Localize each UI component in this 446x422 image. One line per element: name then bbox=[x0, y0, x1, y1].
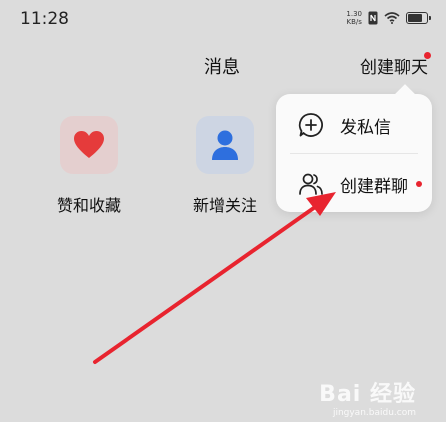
heart-icon bbox=[74, 131, 104, 158]
watermark-url: jingyan.baidu.com bbox=[332, 408, 416, 418]
menu-divider bbox=[290, 153, 418, 154]
notification-dot bbox=[416, 181, 422, 187]
network-speed-value: 1.30 bbox=[346, 10, 362, 18]
page-title: 消息 bbox=[204, 57, 240, 78]
create-chat-button[interactable]: 创建聊天 bbox=[360, 53, 428, 78]
network-speed: 1.30 KB/s bbox=[346, 10, 362, 26]
person-icon bbox=[212, 130, 238, 160]
status-icons: 1.30 KB/s bbox=[346, 10, 431, 26]
status-time: 11:28 bbox=[20, 9, 69, 29]
menu-item-private-message[interactable]: 发私信 bbox=[276, 96, 432, 154]
menu-item-label: 发私信 bbox=[340, 117, 391, 138]
heart-icon-tile bbox=[60, 116, 118, 174]
quick-action-label: 新增关注 bbox=[192, 196, 257, 215]
group-icon bbox=[299, 173, 323, 195]
create-chat-popup-menu: 发私信 创建群聊 bbox=[276, 84, 432, 213]
nfc-icon bbox=[368, 11, 378, 25]
battery-level-fill bbox=[408, 14, 422, 22]
watermark: Bai 经验 jingyan.baidu.com bbox=[319, 376, 416, 418]
watermark-text: Bai 经验 bbox=[319, 382, 416, 407]
wifi-icon bbox=[384, 12, 400, 24]
menu-item-create-group[interactable]: 创建群聊 bbox=[276, 155, 432, 213]
battery-icon bbox=[406, 12, 431, 24]
new-followers-button[interactable]: 新增关注 bbox=[180, 116, 270, 216]
status-bar: 11:28 1.30 KB/s bbox=[0, 0, 446, 40]
network-speed-unit: KB/s bbox=[346, 18, 362, 26]
person-icon-tile bbox=[196, 116, 254, 174]
quick-action-label: 赞和收藏 bbox=[56, 196, 121, 215]
notification-dot bbox=[424, 52, 431, 59]
likes-and-favorites-button[interactable]: 赞和收藏 bbox=[44, 116, 134, 216]
plus-chat-icon bbox=[298, 113, 323, 137]
menu-item-label: 创建群聊 bbox=[340, 176, 408, 197]
